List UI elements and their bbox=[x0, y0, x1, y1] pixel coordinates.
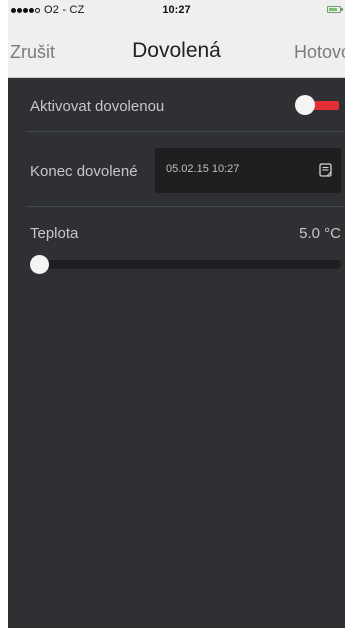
navigation-bar: Zrušit Dovolená Hotovo bbox=[8, 20, 345, 78]
status-time: 10:27 bbox=[162, 4, 191, 16]
vacation-toggle[interactable] bbox=[295, 95, 341, 115]
divider bbox=[26, 206, 345, 207]
divider bbox=[26, 131, 345, 132]
end-date-field[interactable]: 05.02.15 10:27 bbox=[155, 148, 341, 193]
end-date-label: Konec dovolené bbox=[30, 163, 138, 180]
status-bar: O2 - CZ 10:27 bbox=[8, 0, 345, 20]
slider-knob[interactable] bbox=[30, 255, 49, 274]
toggle-knob bbox=[295, 95, 315, 115]
phone-screen: O2 - CZ 10:27 Zrušit Dovolená Hotovo Akt… bbox=[8, 0, 345, 628]
slider-track bbox=[30, 260, 341, 269]
temperature-label: Teplota bbox=[30, 225, 79, 242]
battery-icon bbox=[327, 6, 343, 13]
vacation-toggle-label: Aktivovat dovolenou bbox=[30, 98, 165, 115]
temperature-slider[interactable] bbox=[30, 254, 341, 274]
calendar-icon bbox=[319, 163, 332, 177]
end-date-value: 05.02.15 10:27 bbox=[166, 163, 240, 175]
done-button[interactable]: Hotovo bbox=[294, 42, 345, 63]
temperature-value: 5.0 °C bbox=[299, 225, 341, 242]
